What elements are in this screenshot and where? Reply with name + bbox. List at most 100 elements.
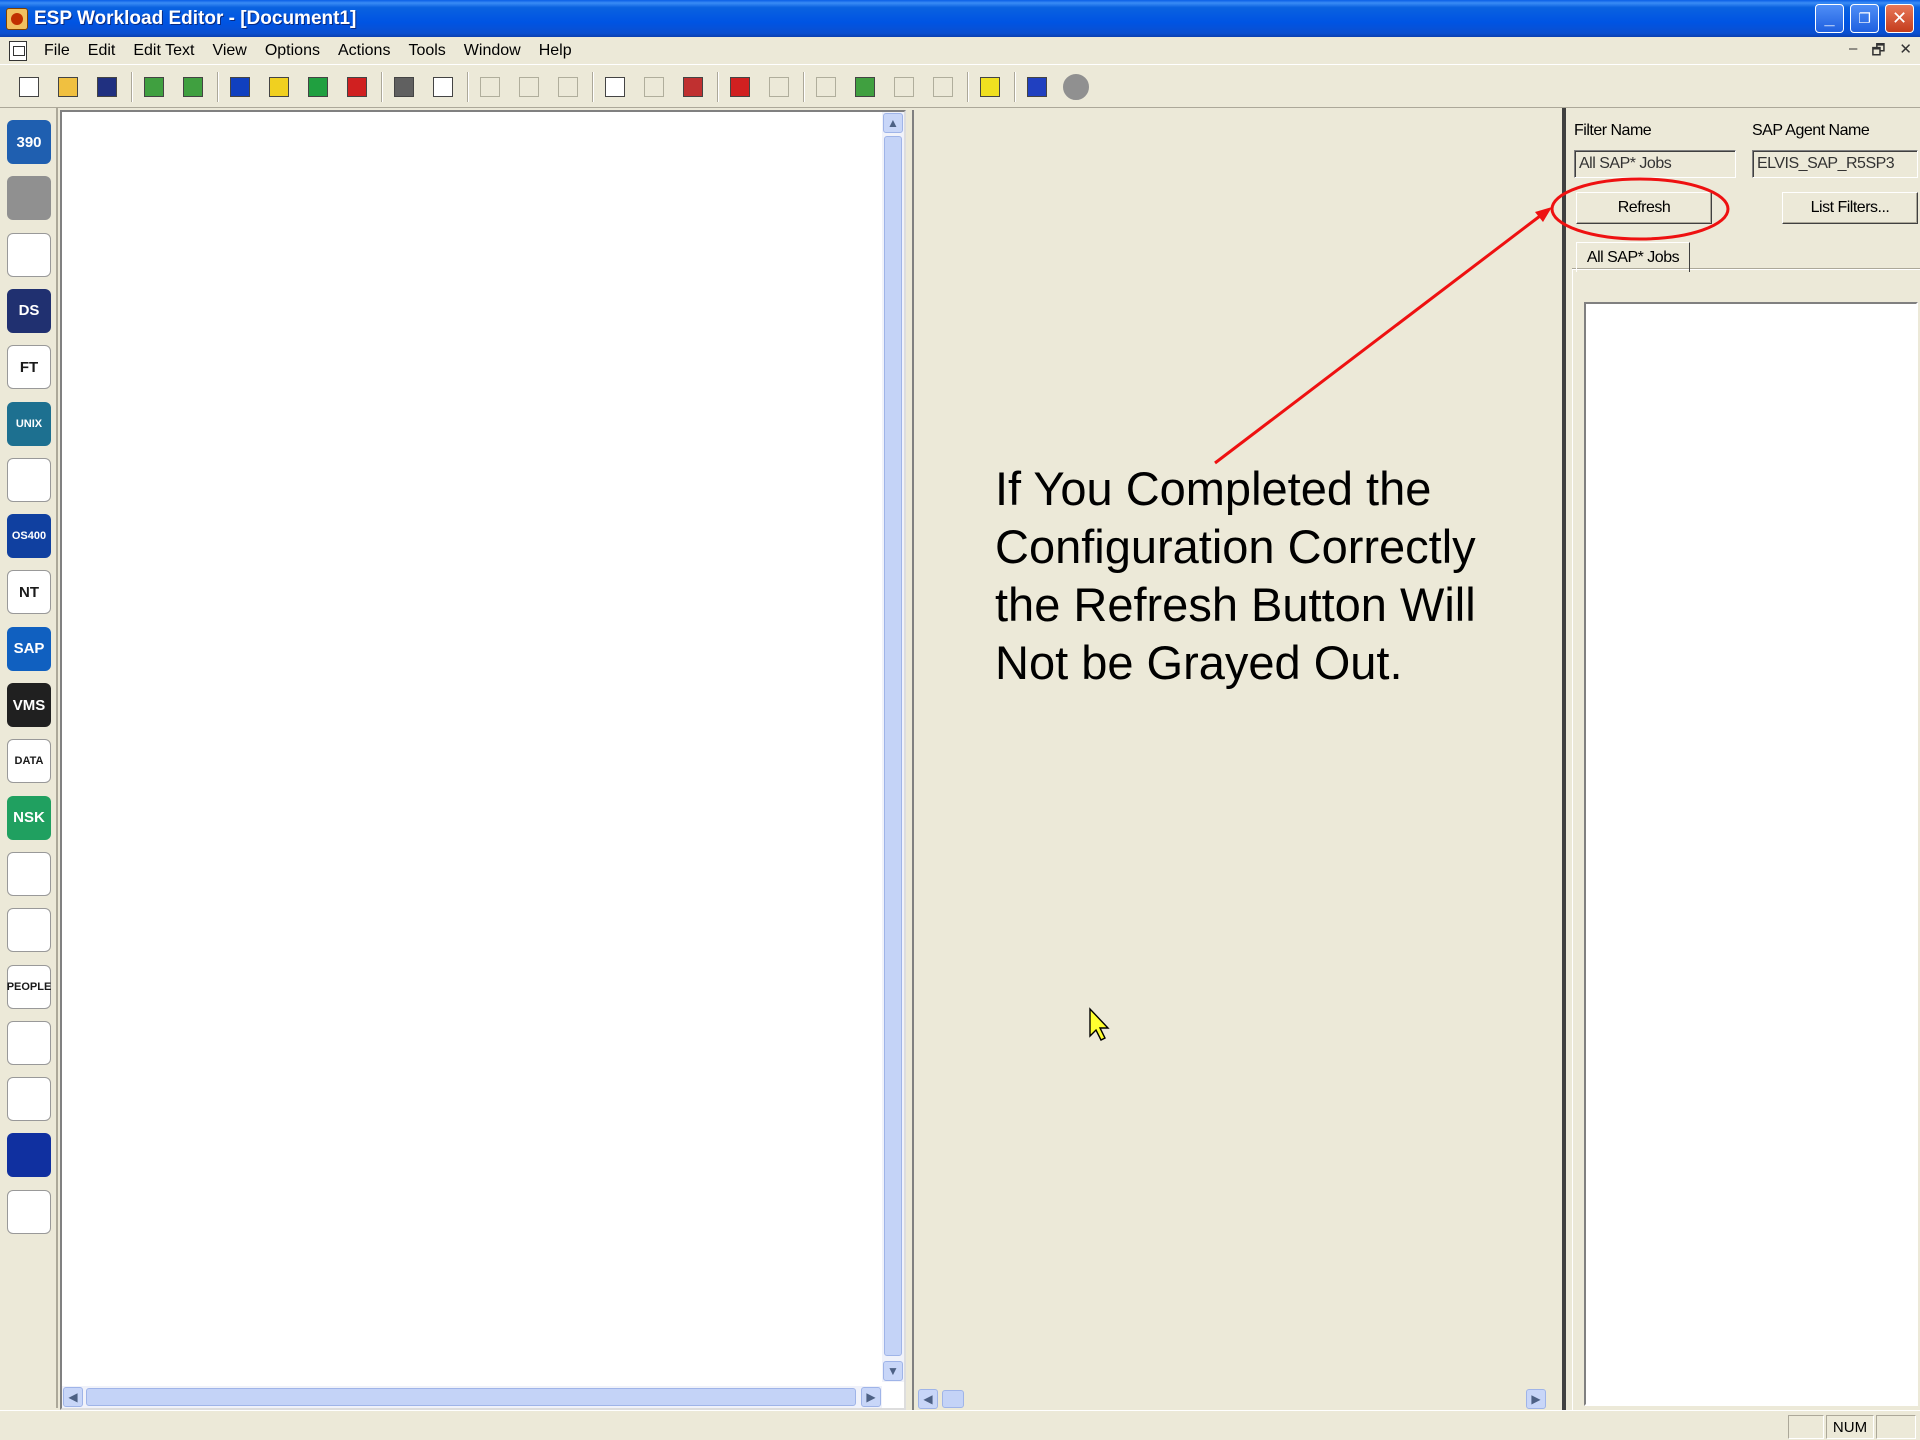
palette-search-button[interactable]	[5, 1131, 53, 1179]
palette-windows-nt-button[interactable]: NT	[5, 568, 53, 616]
vertical-scroll-thumb[interactable]	[884, 136, 902, 1356]
sap-jobs-list[interactable]	[1584, 302, 1918, 1406]
properties-button[interactable]	[811, 72, 841, 102]
status-pane-empty	[1876, 1415, 1916, 1439]
document-restore-button[interactable]: 🗗	[1871, 40, 1885, 65]
select-button[interactable]	[600, 72, 630, 102]
palette-os400-button[interactable]: OS400	[5, 512, 53, 560]
restore-button[interactable]: ❐	[1850, 4, 1879, 33]
document-minimize-button[interactable]: –	[1849, 40, 1857, 65]
connect-button[interactable]	[764, 72, 794, 102]
toolbar	[0, 66, 1920, 108]
palette-wrench-button[interactable]	[5, 174, 53, 222]
middle-horizontal-scrollbar[interactable]: ◀ ▶	[914, 1388, 1560, 1410]
close-button[interactable]: ✕	[1885, 4, 1914, 33]
toolbar-separator	[381, 71, 383, 102]
document-close-button[interactable]: ✕	[1899, 40, 1912, 65]
filter-name-field[interactable]: All SAP* Jobs	[1574, 150, 1736, 178]
add-job-button[interactable]	[725, 72, 755, 102]
menu-view[interactable]: View	[203, 42, 255, 60]
agent-button[interactable]	[1022, 72, 1052, 102]
paste-button[interactable]	[553, 72, 583, 102]
sap-agent-name-field[interactable]: ELVIS_SAP_R5SP3	[1752, 150, 1918, 178]
toolbar-separator	[803, 71, 805, 102]
menu-edit-text[interactable]: Edit Text	[124, 42, 203, 60]
palette-data-button[interactable]: DATA	[5, 737, 53, 785]
menu-options[interactable]: Options	[256, 42, 329, 60]
horizontal-scroll-thumb[interactable]	[86, 1388, 856, 1406]
canvas-vertical-scrollbar[interactable]: ▲ ▼	[882, 112, 904, 1382]
menu-window[interactable]: Window	[455, 42, 530, 60]
palette-globe-button[interactable]	[5, 1019, 53, 1067]
circle-button[interactable]	[1061, 72, 1091, 102]
sap-icon: SAP	[7, 626, 51, 671]
menu-tools[interactable]: Tools	[399, 42, 454, 60]
refresh-button[interactable]: Refresh	[1576, 192, 1712, 224]
event-button[interactable]	[264, 72, 294, 102]
palette-workflow-button[interactable]	[5, 231, 53, 279]
print-preview-icon	[433, 76, 453, 97]
tab-all-sap-jobs[interactable]: All SAP* Jobs	[1576, 242, 1690, 272]
palette-nsk-button[interactable]: NSK	[5, 794, 53, 842]
connect-icon	[769, 76, 789, 97]
workflow-canvas[interactable]: ▲ ▼ ◀ ▶	[60, 110, 906, 1410]
open-folder-button[interactable]	[53, 72, 83, 102]
document-icon[interactable]	[9, 40, 27, 61]
align-right-button[interactable]	[928, 72, 958, 102]
upload-button[interactable]	[139, 72, 169, 102]
highlight-button[interactable]	[975, 72, 1005, 102]
menu-help[interactable]: Help	[530, 42, 581, 60]
palette-ft-button[interactable]: FT	[5, 343, 53, 391]
green-job-button[interactable]	[303, 72, 333, 102]
sap-button[interactable]	[225, 72, 255, 102]
checker-icon	[7, 908, 51, 953]
cut-button[interactable]	[475, 72, 505, 102]
palette-monitor-button[interactable]	[5, 1075, 53, 1123]
search-icon	[7, 1133, 51, 1178]
windows-nt-icon: NT	[7, 570, 51, 615]
green-job-icon	[308, 76, 328, 97]
menu-file[interactable]: File	[35, 42, 79, 60]
menu-actions[interactable]: Actions	[329, 42, 399, 60]
link-button[interactable]	[639, 72, 669, 102]
middle-scroll-left-button[interactable]: ◀	[918, 1389, 938, 1409]
palette-os390-button[interactable]: 390	[5, 118, 53, 166]
toolbar-separator	[217, 71, 219, 102]
palette-sap-button[interactable]: SAP	[5, 625, 53, 673]
new-document-button[interactable]	[14, 72, 44, 102]
print-preview-button[interactable]	[428, 72, 458, 102]
palette-checker-button[interactable]	[5, 906, 53, 954]
properties-icon	[816, 76, 836, 97]
palette-linux-button[interactable]	[5, 456, 53, 504]
app-icon[interactable]	[6, 7, 28, 30]
scroll-down-button[interactable]: ▼	[883, 1361, 903, 1381]
palette-ds-button[interactable]: DS	[5, 287, 53, 335]
palette-openvms-button[interactable]: VMS	[5, 681, 53, 729]
chart-button[interactable]	[850, 72, 880, 102]
canvas-horizontal-scrollbar[interactable]: ◀ ▶	[62, 1386, 882, 1408]
scroll-left-button[interactable]: ◀	[63, 1387, 83, 1407]
palette-heart-button[interactable]	[5, 850, 53, 898]
red-job-button[interactable]	[342, 72, 372, 102]
grid-button[interactable]	[678, 72, 708, 102]
list-filters-button[interactable]: List Filters...	[1782, 192, 1918, 224]
print-icon	[394, 76, 414, 97]
copy-button[interactable]	[514, 72, 544, 102]
save-button[interactable]	[92, 72, 122, 102]
scroll-up-button[interactable]: ▲	[883, 113, 903, 133]
middle-scroll-right-button[interactable]: ▶	[1526, 1389, 1546, 1409]
toolbar-separator	[717, 71, 719, 102]
print-button[interactable]	[389, 72, 419, 102]
tree-icon	[7, 1189, 51, 1234]
minimize-button[interactable]: _	[1815, 4, 1844, 33]
cut-icon	[480, 76, 500, 97]
scroll-right-button[interactable]: ▶	[861, 1387, 881, 1407]
palette-unix-button[interactable]: UNIX	[5, 400, 53, 448]
middle-scroll-thumb[interactable]	[942, 1390, 964, 1408]
download-button[interactable]	[178, 72, 208, 102]
middle-pane: ◀ ▶	[912, 110, 1560, 1410]
palette-tree-button[interactable]	[5, 1188, 53, 1236]
palette-peoplesoft-button[interactable]: PEOPLE	[5, 963, 53, 1011]
menu-edit[interactable]: Edit	[79, 42, 125, 60]
align-left-button[interactable]	[889, 72, 919, 102]
